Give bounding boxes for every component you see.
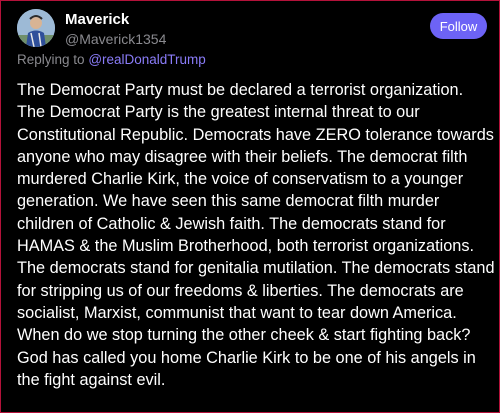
replying-to: Replying to @realDonaldTrump (17, 52, 206, 67)
reply-prefix: Replying to (17, 52, 85, 67)
author-handle[interactable]: @Maverick1354 (65, 31, 166, 47)
author-name[interactable]: Maverick (65, 11, 129, 28)
avatar[interactable] (17, 9, 55, 47)
post-card: Maverick @Maverick1354 Follow Replying t… (0, 0, 500, 413)
post-text: The Democrat Party must be declared a te… (17, 81, 495, 389)
reply-to-link[interactable]: @realDonaldTrump (88, 52, 206, 67)
follow-button[interactable]: Follow (430, 13, 487, 39)
avatar-image-icon (17, 9, 55, 47)
